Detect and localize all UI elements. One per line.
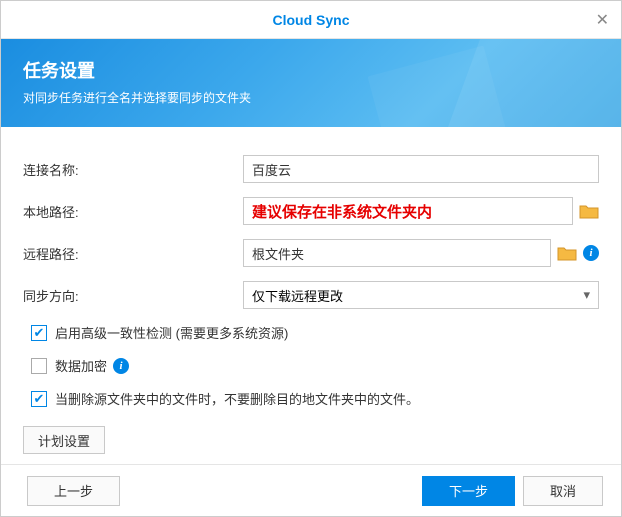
cloud-sync-window: Cloud Sync ✕ 任务设置 对同步任务进行全名并选择要同步的文件夹 连接… <box>0 0 622 517</box>
row-remote-path: 远程路径: i <box>23 239 599 267</box>
chevron-down-icon: ▾ <box>583 287 590 303</box>
label-connection: 连接名称: <box>23 160 243 179</box>
sync-direction-select[interactable]: 仅下载远程更改 ▾ <box>243 281 599 309</box>
label-advanced: 启用高级一致性检测 (需要更多系统资源) <box>55 323 288 342</box>
label-remote-path: 远程路径: <box>23 244 243 263</box>
checkbox-delete-rule[interactable]: ✔ <box>31 391 47 407</box>
option-encrypt: 数据加密 i <box>31 356 599 375</box>
schedule-button[interactable]: 计划设置 <box>23 426 105 454</box>
checkbox-advanced[interactable]: ✔ <box>31 325 47 341</box>
cancel-button[interactable]: 取消 <box>523 476 603 506</box>
info-icon[interactable]: i <box>113 358 129 374</box>
label-encrypt: 数据加密 <box>55 356 107 375</box>
checkbox-encrypt[interactable] <box>31 358 47 374</box>
row-connection: 连接名称: <box>23 155 599 183</box>
checkmark-icon: ✔ <box>34 392 45 405</box>
window-title: Cloud Sync <box>272 12 349 28</box>
row-sync-direction: 同步方向: 仅下载远程更改 ▾ <box>23 281 599 309</box>
content: 连接名称: 本地路径: 远程路径: i <box>1 127 621 464</box>
connection-name-input[interactable] <box>243 155 599 183</box>
option-delete-rule: ✔ 当删除源文件夹中的文件时，不要删除目的地文件夹中的文件。 <box>31 389 599 408</box>
folder-icon[interactable] <box>557 245 577 261</box>
option-advanced-check: ✔ 启用高级一致性检测 (需要更多系统资源) <box>31 323 599 342</box>
close-icon[interactable]: ✕ <box>596 10 609 30</box>
local-path-input[interactable] <box>243 197 573 225</box>
label-local-path: 本地路径: <box>23 202 243 221</box>
banner-heading: 任务设置 <box>23 57 599 83</box>
banner: 任务设置 对同步任务进行全名并选择要同步的文件夹 <box>1 39 621 127</box>
remote-path-input[interactable] <box>243 239 551 267</box>
banner-desc: 对同步任务进行全名并选择要同步的文件夹 <box>23 89 599 106</box>
label-sync-direction: 同步方向: <box>23 286 243 305</box>
folder-icon[interactable] <box>579 203 599 219</box>
titlebar: Cloud Sync ✕ <box>1 1 621 39</box>
prev-button[interactable]: 上一步 <box>27 476 120 506</box>
label-delete-rule: 当删除源文件夹中的文件时，不要删除目的地文件夹中的文件。 <box>55 389 419 408</box>
sync-direction-value: 仅下载远程更改 <box>252 286 343 305</box>
row-local-path: 本地路径: <box>23 197 599 225</box>
next-button[interactable]: 下一步 <box>422 476 515 506</box>
checkmark-icon: ✔ <box>34 326 45 339</box>
info-icon[interactable]: i <box>583 245 599 261</box>
footer: 上一步 下一步 取消 <box>1 464 621 516</box>
